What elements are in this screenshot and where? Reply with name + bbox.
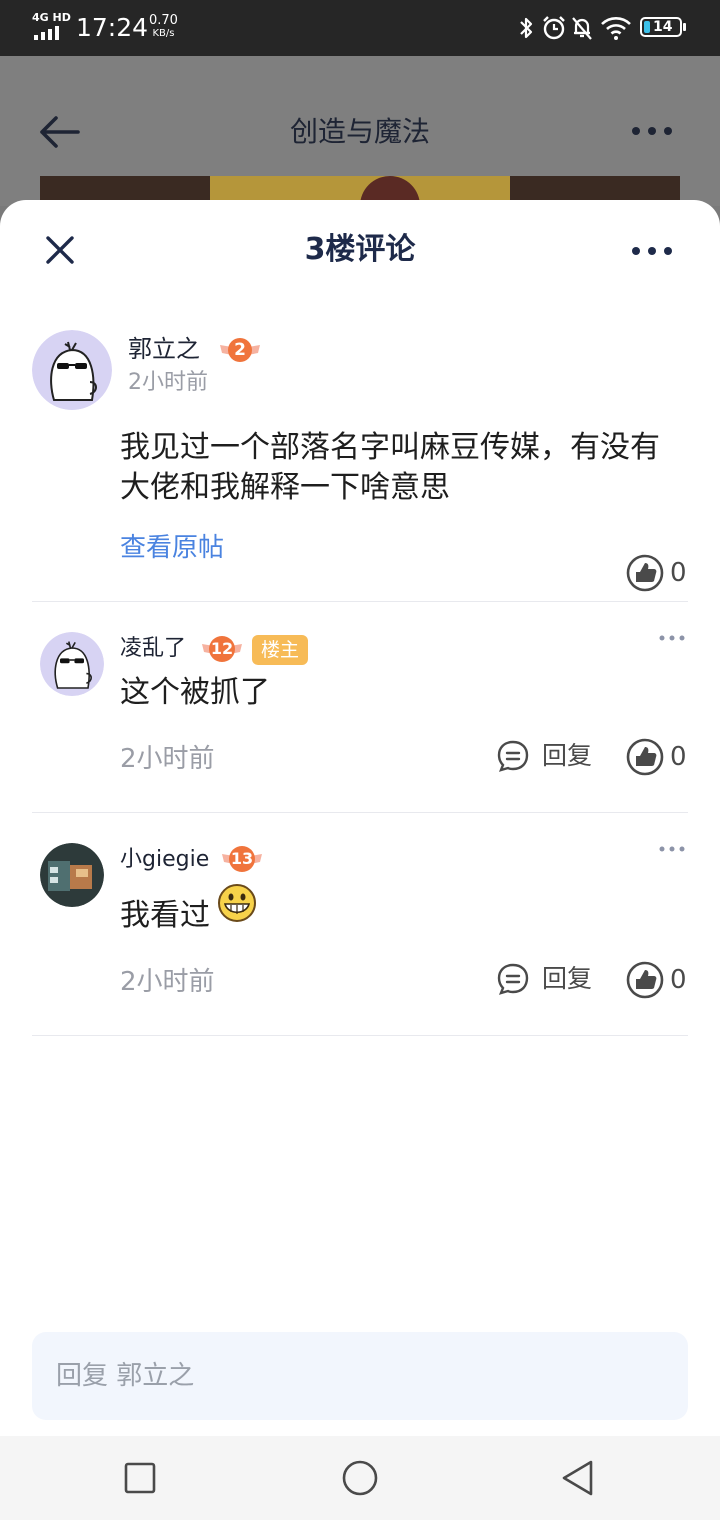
owner-badge: 楼主 bbox=[252, 635, 309, 665]
status-bar: 4G HD 17:24 0.70 KB/s 14 bbox=[0, 0, 720, 56]
back-icon[interactable] bbox=[558, 1458, 598, 1498]
signal-icon bbox=[34, 26, 64, 40]
battery-cap bbox=[683, 23, 686, 31]
battery-level: 14 bbox=[653, 19, 673, 35]
more-icon[interactable] bbox=[630, 244, 674, 258]
wifi-icon bbox=[601, 17, 631, 40]
mute-icon bbox=[572, 17, 592, 40]
reply-input-placeholder: 回复 郭立之 bbox=[56, 1361, 195, 1391]
level-number: 12 bbox=[210, 639, 234, 658]
network-speed: 0.70 KB/s bbox=[149, 14, 178, 40]
like-icon[interactable] bbox=[626, 554, 664, 592]
like-count: 0 bbox=[670, 965, 687, 995]
network-type: 4G HD bbox=[32, 11, 71, 24]
home-icon[interactable] bbox=[340, 1458, 380, 1498]
level-number: 13 bbox=[230, 849, 254, 868]
more-icon[interactable] bbox=[630, 124, 674, 138]
avatar[interactable] bbox=[40, 632, 104, 696]
like-count: 0 bbox=[670, 742, 687, 772]
alarm-icon bbox=[543, 16, 565, 40]
level-badge: 13 bbox=[220, 844, 264, 874]
avatar[interactable] bbox=[32, 330, 112, 410]
reply-time: 2小时前 bbox=[120, 967, 215, 997]
grinning-emoji bbox=[218, 884, 256, 922]
like-icon[interactable] bbox=[626, 738, 664, 776]
reply-button[interactable]: 回复 bbox=[542, 962, 592, 996]
reply-content: 这个被抓了 bbox=[120, 675, 270, 710]
level-number: 2 bbox=[234, 340, 246, 360]
like-count: 0 bbox=[670, 558, 687, 588]
reply-icon[interactable] bbox=[496, 739, 530, 773]
level-badge: 12 bbox=[200, 634, 244, 664]
comment-sheet: 3楼评论 郭立之 2 2小时前 我见过一个部落名字叫麻豆传媒，有没有大佬和我解释… bbox=[0, 200, 720, 1436]
author-name[interactable]: 凌乱了 bbox=[120, 634, 186, 664]
divider bbox=[32, 812, 688, 813]
divider bbox=[32, 601, 688, 602]
reply-input[interactable]: 回复 郭立之 bbox=[32, 1332, 688, 1420]
background-page: 创造与魔法 bbox=[0, 56, 720, 206]
reply-button[interactable]: 回复 bbox=[542, 739, 592, 773]
divider bbox=[32, 1035, 688, 1036]
navigation-bar bbox=[0, 1436, 720, 1520]
sheet-title: 3楼评论 bbox=[304, 232, 416, 267]
comment-time: 2小时前 bbox=[128, 370, 208, 395]
view-original-link[interactable]: 查看原帖 bbox=[120, 531, 224, 565]
author-name[interactable]: 郭立之 bbox=[128, 334, 200, 364]
status-time: 17:24 bbox=[76, 13, 149, 42]
reply-time: 2小时前 bbox=[120, 744, 215, 774]
like-icon[interactable] bbox=[626, 961, 664, 999]
reply-icon[interactable] bbox=[496, 962, 530, 996]
recents-icon[interactable] bbox=[120, 1458, 160, 1498]
speed-unit: KB/s bbox=[152, 28, 175, 39]
battery-icon: 14 bbox=[640, 17, 682, 37]
author-name[interactable]: 小giegie bbox=[120, 845, 209, 875]
comment-content: 我见过一个部落名字叫麻豆传媒，有没有大佬和我解释一下啥意思 bbox=[120, 430, 660, 505]
level-badge: 2 bbox=[218, 335, 262, 365]
speed-value: 0.70 bbox=[149, 13, 178, 28]
more-icon[interactable] bbox=[658, 634, 686, 642]
bluetooth-icon bbox=[520, 17, 533, 39]
more-icon[interactable] bbox=[658, 845, 686, 853]
background-page-title: 创造与魔法 bbox=[289, 115, 430, 148]
reply-content: 我看过 bbox=[120, 898, 210, 933]
avatar[interactable] bbox=[40, 843, 104, 907]
battery-fill bbox=[644, 21, 650, 33]
